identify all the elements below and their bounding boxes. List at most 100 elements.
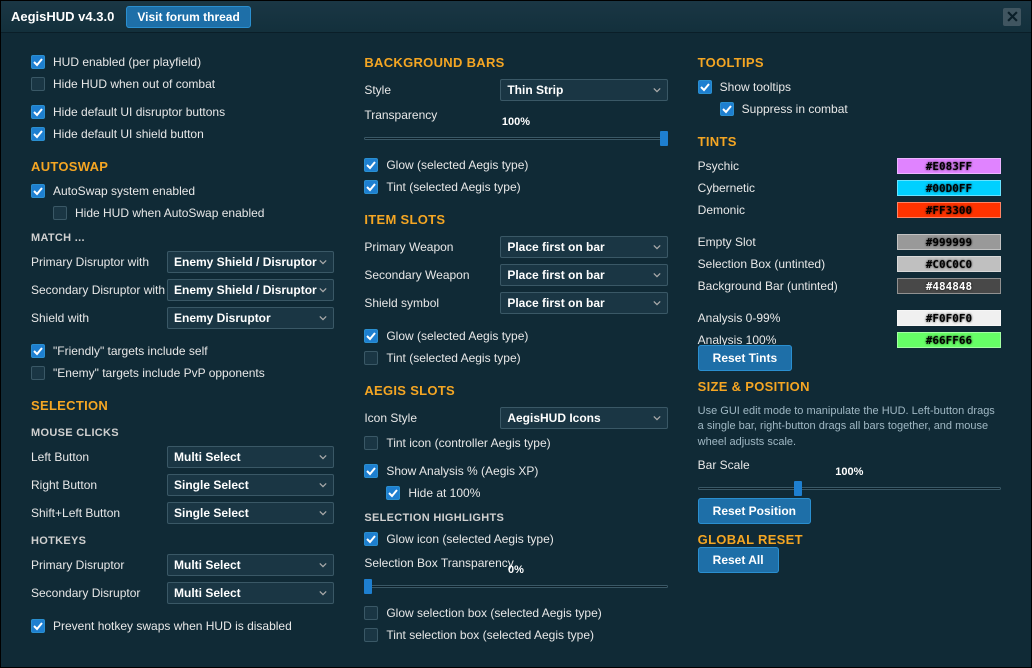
- hk-secondary-select[interactable]: Multi Select: [167, 582, 334, 604]
- glow-item-checkbox[interactable]: [364, 329, 378, 343]
- chevron-down-icon: [319, 509, 327, 517]
- tint-name: Analysis 0-99%: [698, 311, 889, 325]
- tint-selbox-checkbox[interactable]: [364, 628, 378, 642]
- match-primary-select[interactable]: Enemy Shield / Disruptor: [167, 251, 334, 273]
- close-icon: [1007, 11, 1018, 22]
- hud-enabled-checkbox[interactable]: [31, 55, 45, 69]
- chevron-down-icon: [653, 243, 661, 251]
- hk-primary-select[interactable]: Multi Select: [167, 554, 334, 576]
- chevron-down-icon: [653, 414, 661, 422]
- column-tints: TOOLTIPS Show tooltips Suppress in comba…: [698, 51, 1001, 647]
- hide-disruptor-btns-label: Hide default UI disruptor buttons: [53, 105, 225, 119]
- suppress-tt-label: Suppress in combat: [742, 102, 848, 116]
- tint-row: Psychic#E083FF: [698, 155, 1001, 177]
- secondary-w-label: Secondary Weapon: [364, 268, 500, 282]
- icon-style-select[interactable]: AegisHUD Icons: [500, 407, 667, 429]
- tint-name: Selection Box (untinted): [698, 257, 889, 271]
- shift-left-label: Shift+Left Button: [31, 506, 167, 520]
- suppress-tt-checkbox[interactable]: [720, 102, 734, 116]
- bar-scale-slider[interactable]: 100%: [698, 478, 1001, 498]
- hotkeys-heading: HOTKEYS: [31, 535, 334, 547]
- chevron-down-icon: [319, 561, 327, 569]
- item-slots-heading: ITEM SLOTS: [364, 212, 667, 227]
- shift-left-select[interactable]: Single Select: [167, 502, 334, 524]
- secondary-w-select[interactable]: Place first on bar: [500, 264, 667, 286]
- hide-ooc-checkbox[interactable]: [31, 77, 45, 91]
- friendly-self-label: "Friendly" targets include self: [53, 344, 208, 358]
- tint-swatch[interactable]: #00D0FF: [897, 180, 1001, 196]
- reset-position-button[interactable]: Reset Position: [698, 498, 811, 524]
- primary-w-label: Primary Weapon: [364, 240, 500, 254]
- show-tt-label: Show tooltips: [720, 80, 791, 94]
- show-analysis-checkbox[interactable]: [364, 464, 378, 478]
- glow-selbox-label: Glow selection box (selected Aegis type): [386, 606, 601, 620]
- slider-thumb[interactable]: [794, 481, 802, 496]
- hide-when-autoswap-checkbox[interactable]: [53, 206, 67, 220]
- hide-when-autoswap-label: Hide HUD when AutoSwap enabled: [75, 206, 264, 220]
- hide-100-checkbox[interactable]: [386, 486, 400, 500]
- hide-shield-btn-checkbox[interactable]: [31, 127, 45, 141]
- enemy-pvp-checkbox[interactable]: [31, 366, 45, 380]
- glow-selbox-checkbox[interactable]: [364, 606, 378, 620]
- shield-sym-label: Shield symbol: [364, 296, 500, 310]
- slider-thumb[interactable]: [364, 579, 372, 594]
- reset-all-button[interactable]: Reset All: [698, 547, 779, 573]
- left-btn-select[interactable]: Multi Select: [167, 446, 334, 468]
- hk-primary-label: Primary Disruptor: [31, 558, 167, 572]
- icon-style-label: Icon Style: [364, 411, 500, 425]
- slider-thumb[interactable]: [660, 131, 668, 146]
- tint-swatch[interactable]: #E083FF: [897, 158, 1001, 174]
- chevron-down-icon: [319, 314, 327, 322]
- hide-ooc-label: Hide HUD when out of combat: [53, 77, 215, 91]
- tint-name: Empty Slot: [698, 235, 889, 249]
- chevron-down-icon: [319, 481, 327, 489]
- reset-tints-button[interactable]: Reset Tints: [698, 345, 792, 371]
- tint-row: Analysis 0-99% #F0F0F0: [698, 307, 1001, 329]
- prevent-swaps-label: Prevent hotkey swaps when HUD is disable…: [53, 619, 292, 633]
- settings-window: AegisHUD v4.3.0 Visit forum thread HUD e…: [0, 0, 1032, 668]
- tint-item-label: Tint (selected Aegis type): [386, 351, 520, 365]
- chevron-down-icon: [653, 271, 661, 279]
- friendly-self-checkbox[interactable]: [31, 344, 45, 358]
- chevron-down-icon: [319, 589, 327, 597]
- aegis-slots-heading: AEGIS SLOTS: [364, 383, 667, 398]
- glow-icon-checkbox[interactable]: [364, 532, 378, 546]
- tint-bg-label: Tint (selected Aegis type): [386, 180, 520, 194]
- tint-row: Cybernetic#00D0FF: [698, 177, 1001, 199]
- tint-bg-checkbox[interactable]: [364, 180, 378, 194]
- selbox-trans-slider[interactable]: 0%: [364, 576, 667, 596]
- size-pos-heading: SIZE & POSITION: [698, 379, 1001, 394]
- shield-sym-select[interactable]: Place first on bar: [500, 292, 667, 314]
- tint-icon-label: Tint icon (controller Aegis type): [386, 436, 550, 450]
- match-shield-select[interactable]: Enemy Disruptor: [167, 307, 334, 329]
- transparency-slider[interactable]: 100%: [364, 128, 667, 148]
- close-button[interactable]: [1003, 8, 1021, 26]
- primary-w-select[interactable]: Place first on bar: [500, 236, 667, 258]
- content-area: HUD enabled (per playfield) Hide HUD whe…: [1, 33, 1031, 667]
- prevent-swaps-checkbox[interactable]: [31, 619, 45, 633]
- tint-item-checkbox[interactable]: [364, 351, 378, 365]
- autoswap-heading: AUTOSWAP: [31, 159, 334, 174]
- tint-swatch[interactable]: #F0F0F0: [897, 310, 1001, 326]
- match-primary-label: Primary Disruptor with: [31, 255, 167, 269]
- match-secondary-select[interactable]: Enemy Shield / Disruptor: [167, 279, 334, 301]
- match-shield-label: Shield with: [31, 311, 167, 325]
- chevron-down-icon: [319, 453, 327, 461]
- right-btn-select[interactable]: Single Select: [167, 474, 334, 496]
- hide-disruptor-btns-checkbox[interactable]: [31, 105, 45, 119]
- tint-icon-checkbox[interactable]: [364, 436, 378, 450]
- tint-swatch[interactable]: #C0C0C0: [897, 256, 1001, 272]
- show-tt-checkbox[interactable]: [698, 80, 712, 94]
- tint-swatch[interactable]: #66FF66: [897, 332, 1001, 348]
- tint-swatch[interactable]: #484848: [897, 278, 1001, 294]
- style-select[interactable]: Thin Strip: [500, 79, 667, 101]
- window-title: AegisHUD v4.3.0: [11, 9, 114, 24]
- tint-swatch[interactable]: #999999: [897, 234, 1001, 250]
- autoswap-enabled-checkbox[interactable]: [31, 184, 45, 198]
- tint-swatch[interactable]: #FF3300: [897, 202, 1001, 218]
- tooltips-heading: TOOLTIPS: [698, 55, 1001, 70]
- left-btn-label: Left Button: [31, 450, 167, 464]
- glow-bg-checkbox[interactable]: [364, 158, 378, 172]
- tints-heading: TINTS: [698, 134, 1001, 149]
- forum-link-button[interactable]: Visit forum thread: [126, 6, 250, 28]
